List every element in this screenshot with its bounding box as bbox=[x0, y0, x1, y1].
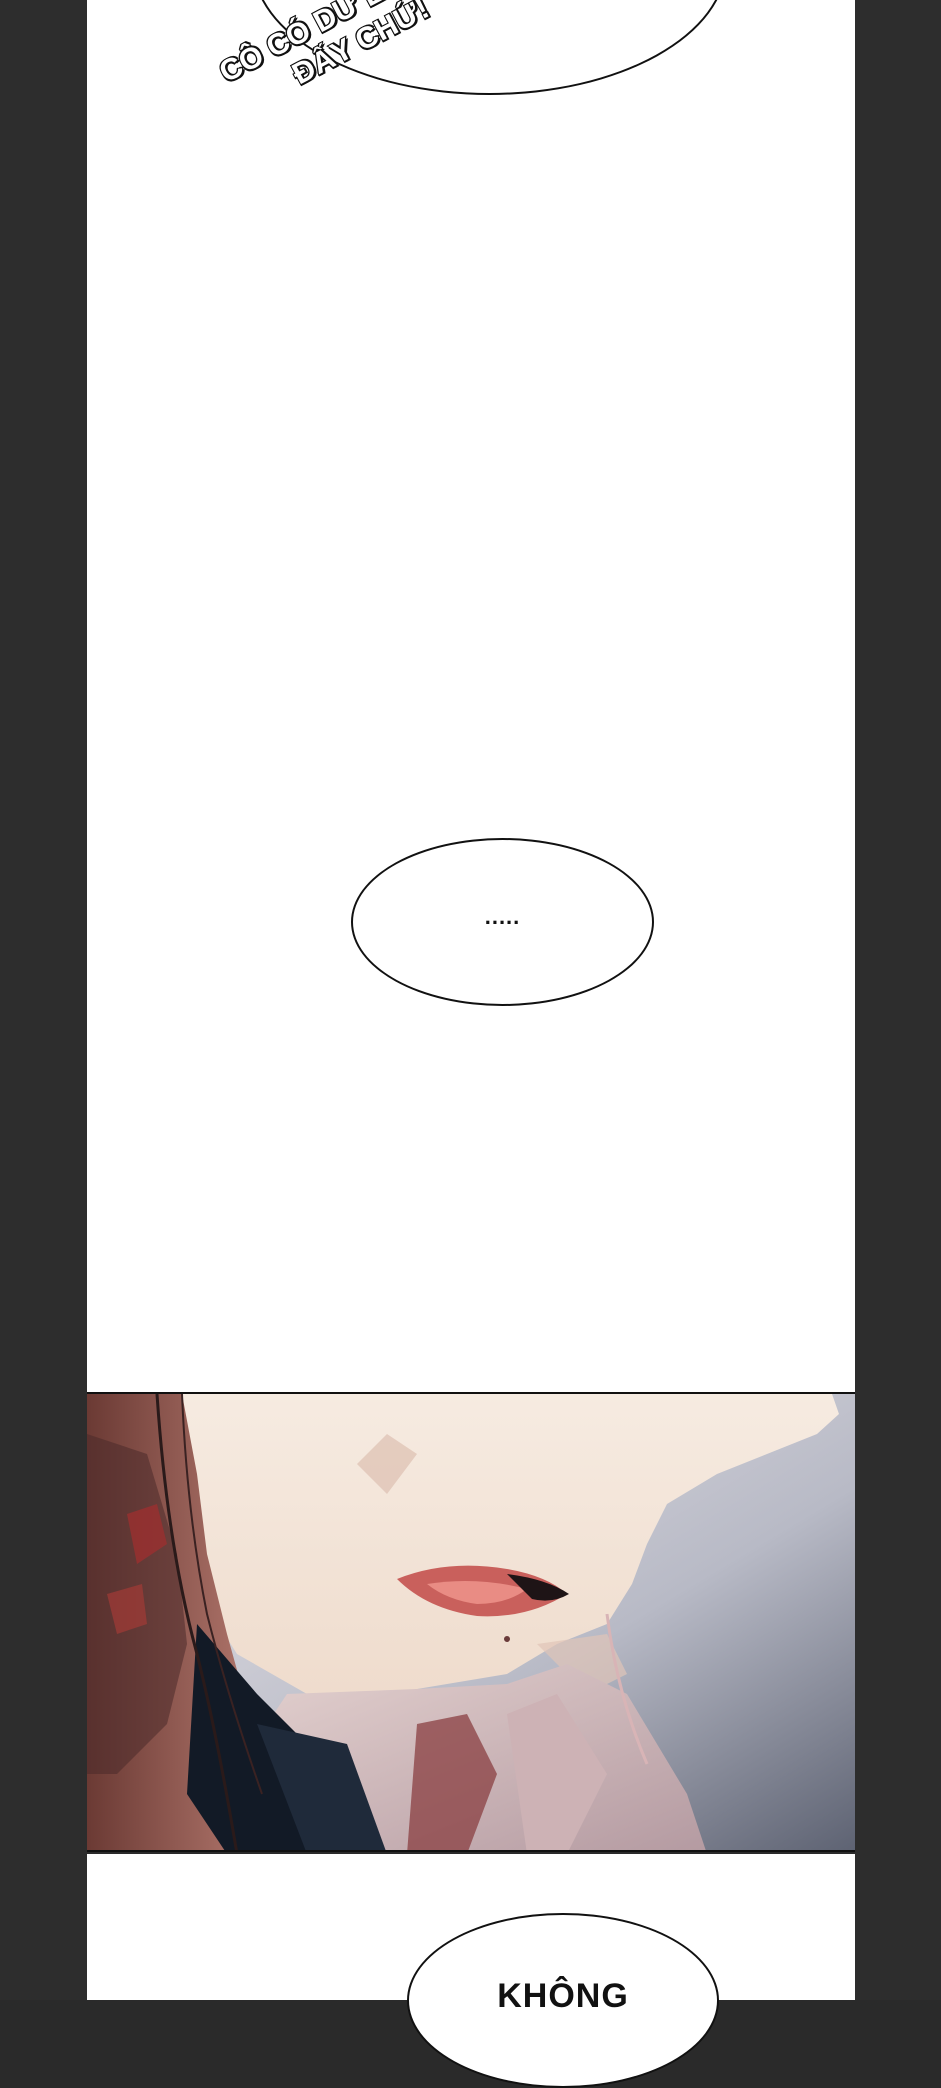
face-closeup-illustration bbox=[87, 1394, 855, 1850]
face-closeup-panel bbox=[87, 1392, 855, 1852]
left-gutter bbox=[0, 0, 87, 2000]
speech-bubble-ellipsis-text: ..... bbox=[484, 904, 521, 929]
right-gutter bbox=[855, 0, 941, 2000]
speech-bubble-bottom: KHÔNG bbox=[407, 1913, 719, 2088]
speech-bubble-ellipsis: ..... bbox=[351, 838, 654, 1006]
speech-bubble-bottom-text: KHÔNG bbox=[497, 1977, 629, 2015]
comic-page-top: CÔ CÓ DƯ LUÔN ĐẤY CHỨ! ..... bbox=[87, 0, 855, 1392]
